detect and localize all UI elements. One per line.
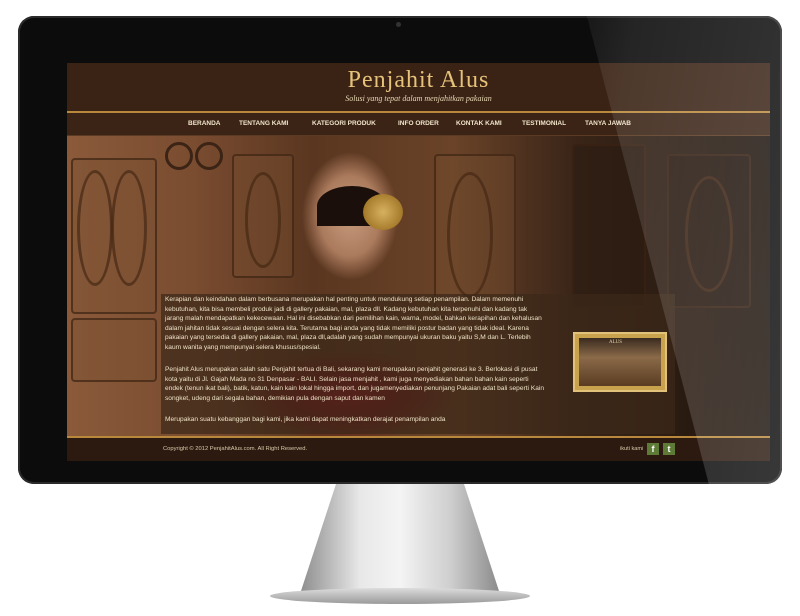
door-carving — [245, 172, 281, 268]
twitter-icon[interactable]: t — [663, 443, 675, 455]
store-sign: ALUS — [609, 340, 623, 345]
nav-item-beranda[interactable]: BERANDA — [188, 120, 221, 127]
store-thumbnail[interactable]: ALUS — [573, 332, 667, 392]
door-carving — [111, 170, 147, 286]
nav-item-kategori-produk[interactable]: KATEGORI PRODUK — [312, 120, 376, 127]
facebook-icon[interactable]: f — [647, 443, 659, 455]
site-footer: Copyright © 2012 PenjahitAlus.com. All R… — [67, 436, 770, 461]
carved-door-panel — [71, 318, 157, 382]
nav-item-testimonial[interactable]: TESTIMONIAL — [522, 120, 566, 127]
nav-item-tentang-kami[interactable]: TENTANG KAMI — [239, 120, 288, 127]
door-ring — [195, 142, 223, 170]
door-ring — [165, 142, 193, 170]
monitor-stand-base — [270, 588, 530, 604]
store-interior-image: ALUS — [579, 338, 661, 386]
intro-paragraph-3: Merupakan suatu kebanggan bagi kami, jik… — [165, 416, 446, 423]
follow-us-label: ikuti kami — [620, 446, 644, 452]
webcam — [396, 22, 401, 27]
intro-paragraph-1: Kerapian dan keindahan dalam berbusana m… — [165, 296, 542, 351]
monitor-frame: Penjahit Alus Solusi yang tepat dalam me… — [18, 16, 782, 484]
intro-paragraph-2: Penjahit Alus merupakan salah satu Penja… — [165, 366, 545, 402]
model-headdress — [363, 194, 403, 230]
nav-item-info-order[interactable]: INFO ORDER — [398, 120, 439, 127]
door-carving — [447, 172, 493, 298]
monitor-stand — [300, 484, 500, 594]
copyright-text: Copyright © 2012 PenjahitAlus.com. All R… — [163, 446, 308, 452]
nav-item-kontak-kami[interactable]: KONTAK KAMI — [456, 120, 502, 127]
door-carving — [77, 170, 113, 286]
